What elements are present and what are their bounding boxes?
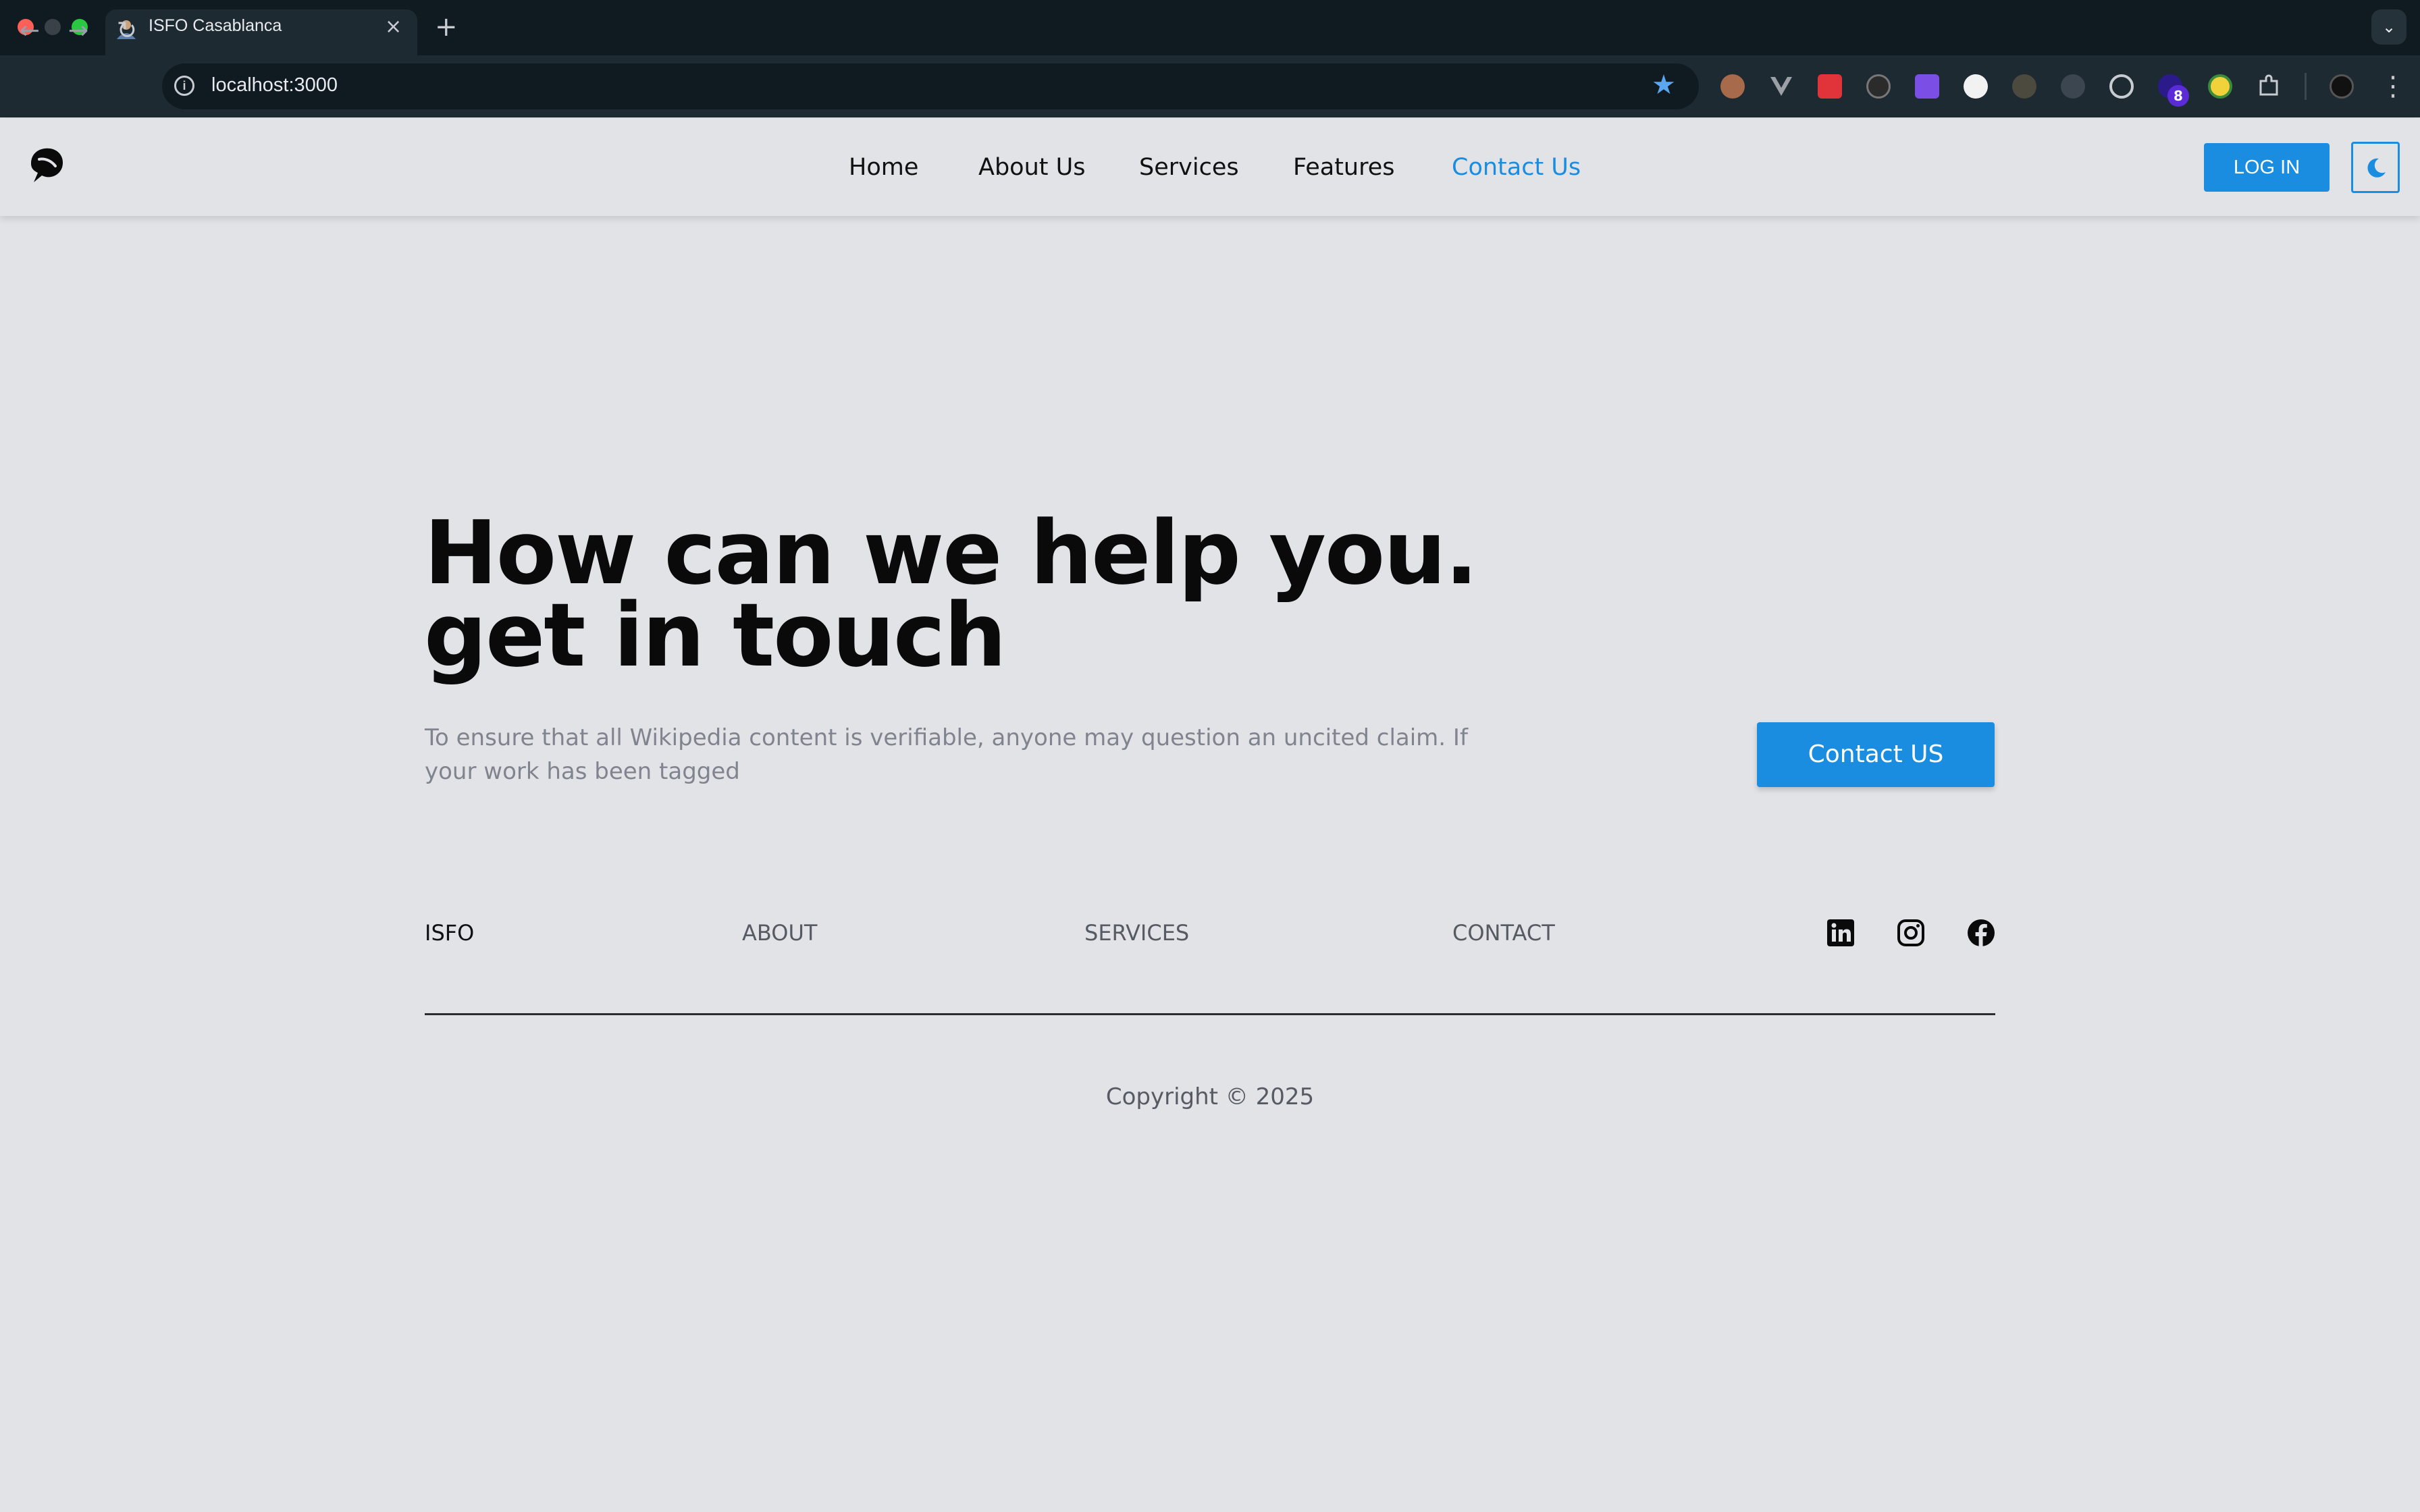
extension-panda-icon[interactable] bbox=[1866, 74, 1891, 99]
extension-recycle-icon[interactable] bbox=[2061, 74, 2085, 99]
extension-target-icon[interactable] bbox=[2109, 74, 2134, 99]
bookmark-star-icon[interactable]: ★ bbox=[1652, 69, 1676, 101]
extension-red-icon[interactable] bbox=[1818, 74, 1842, 99]
extension-purple-icon[interactable] bbox=[1915, 74, 1939, 99]
reload-icon[interactable]: ↻ bbox=[111, 15, 143, 47]
hero-title: How can we help you. get in touch bbox=[424, 502, 1478, 686]
browser-menu-icon[interactable]: ⋮ bbox=[2379, 70, 2406, 103]
window-minimize-button[interactable] bbox=[45, 19, 61, 35]
instagram-icon[interactable] bbox=[1896, 918, 1926, 948]
footer-brand[interactable]: ISFO bbox=[425, 918, 474, 948]
extensions-puzzle-icon[interactable] bbox=[2257, 74, 2281, 99]
facebook-icon[interactable] bbox=[1966, 918, 1996, 948]
nav-features[interactable]: Features bbox=[1293, 152, 1395, 183]
tab-search-button[interactable]: ⌄ bbox=[2371, 9, 2406, 45]
login-button[interactable]: LOG IN bbox=[2204, 143, 2330, 192]
profile-avatar[interactable] bbox=[2330, 74, 2354, 99]
site-info-icon[interactable]: i bbox=[174, 76, 194, 96]
new-tab-button[interactable]: + bbox=[435, 11, 458, 43]
forward-arrow-icon[interactable]: → bbox=[62, 15, 95, 47]
extension-vue-icon[interactable] bbox=[1769, 74, 1793, 99]
footer-divider bbox=[425, 1013, 1995, 1015]
footer-link-services[interactable]: SERVICES bbox=[1084, 918, 1189, 948]
copyright-text: Copyright © 2025 bbox=[1105, 1083, 1315, 1110]
hero-description: To ensure that all Wikipedia content is … bbox=[425, 724, 1468, 785]
extension-white-icon[interactable] bbox=[1964, 74, 1988, 99]
extension-bug-icon[interactable] bbox=[2012, 74, 2036, 99]
tab-close-icon[interactable]: × bbox=[385, 15, 402, 39]
address-url[interactable]: localhost:3000 bbox=[211, 74, 338, 97]
footer-link-about[interactable]: ABOUT bbox=[742, 918, 817, 948]
nav-contact-us[interactable]: Contact Us bbox=[1452, 152, 1581, 183]
leaf-logo-icon[interactable] bbox=[27, 144, 68, 185]
toolbar-separator bbox=[2305, 73, 2307, 100]
tab-title: ISFO Casablanca bbox=[149, 16, 282, 35]
moon-icon bbox=[2367, 158, 2386, 178]
extension-owl-icon[interactable] bbox=[1720, 74, 1745, 99]
nav-services[interactable]: Services bbox=[1139, 152, 1239, 183]
nav-home[interactable]: Home bbox=[849, 152, 918, 183]
contact-us-button[interactable]: Contact US bbox=[1757, 722, 1995, 787]
back-arrow-icon[interactable]: ← bbox=[14, 15, 46, 47]
extension-badge: 8 bbox=[2167, 85, 2189, 107]
nav-about-us[interactable]: About Us bbox=[978, 152, 1085, 183]
address-bar[interactable] bbox=[162, 63, 1699, 109]
extension-duck-icon[interactable] bbox=[2208, 74, 2232, 99]
footer-link-contact[interactable]: CONTACT bbox=[1452, 918, 1555, 948]
linkedin-icon[interactable] bbox=[1826, 918, 1856, 948]
theme-toggle-button[interactable] bbox=[2351, 142, 2400, 193]
